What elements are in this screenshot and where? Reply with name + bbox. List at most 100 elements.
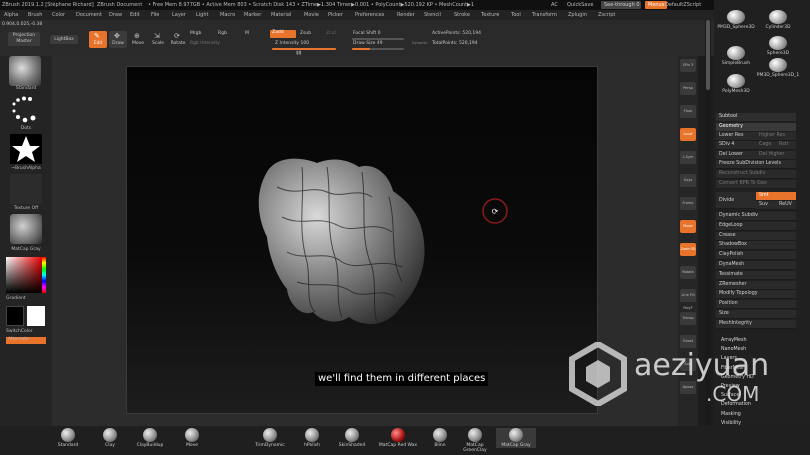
menu-texture[interactable]: Texture <box>481 10 499 20</box>
menus-button[interactable]: Menus <box>645 1 668 9</box>
menu-brush[interactable]: Brush <box>28 10 42 20</box>
quicksave-button[interactable]: QuickSave <box>567 0 593 10</box>
tool-thumb-4[interactable]: Sphere3D <box>756 36 800 56</box>
rgb-intensity-slider[interactable]: Rgb Intensity <box>190 41 220 47</box>
menu-transform[interactable]: Transform <box>532 10 557 20</box>
menu-material[interactable]: Material <box>271 10 291 20</box>
edit-mode-button[interactable]: ✎ Edit <box>89 31 107 48</box>
focal-shift-slider[interactable]: Focal Shift 0 <box>353 31 381 37</box>
stroke-dots-icon[interactable] <box>10 96 40 124</box>
shelf-item-matcap-greenclay[interactable]: MatCap GreenClay <box>455 428 495 453</box>
zsub-button[interactable]: Zsub <box>300 31 311 37</box>
icon-strip-local[interactable]: Local <box>680 128 696 141</box>
geometry-edgeloop[interactable]: EdgeLoop <box>716 221 796 231</box>
sdiv-slider[interactable]: SDiv 4 <box>716 141 756 150</box>
divide-button[interactable]: Divide <box>716 192 756 209</box>
geometry-crease[interactable]: Crease <box>716 231 796 241</box>
freeze-subdivision-button[interactable]: Freeze SubDivision Levels <box>716 160 796 169</box>
menu-layer[interactable]: Layer <box>172 10 186 20</box>
draw-size-bar[interactable] <box>352 48 404 50</box>
shelf-item-claybuildup[interactable]: ClayBuildup <box>130 428 170 448</box>
menu-file[interactable]: File <box>151 10 159 20</box>
brush-thumbnail[interactable] <box>9 56 41 86</box>
shelf-item-standard[interactable]: Standard <box>48 428 88 448</box>
color-picker[interactable] <box>6 257 42 293</box>
icon-strip-persp[interactable]: Persp <box>680 82 696 95</box>
menu-stroke[interactable]: Stroke <box>454 10 470 20</box>
geometry-menu[interactable]: Geometry <box>716 123 796 131</box>
alpha-star-icon[interactable] <box>10 134 42 164</box>
lower-res-button[interactable]: Lower Res <box>716 132 756 141</box>
shelf-item-matcap-gray[interactable]: MatCap Gray <box>496 428 536 448</box>
lightbox-button[interactable]: LightBox <box>50 35 78 44</box>
alternate-button[interactable]: Alternate <box>6 337 46 344</box>
geometry-size[interactable]: Size <box>716 310 796 319</box>
shelf-item-hpolish[interactable]: hPolish <box>292 428 332 448</box>
menu-preferences[interactable]: Preferences <box>355 10 384 20</box>
rstr-button[interactable]: Rstr <box>776 141 796 150</box>
suv-toggle[interactable]: Suv <box>756 201 776 210</box>
menu-stencil[interactable]: Stencil <box>424 10 441 20</box>
switch-color-button[interactable]: SwitchColor <box>6 329 33 334</box>
move-mode-button[interactable]: ⊕ Move <box>130 31 146 48</box>
rgb-button[interactable]: Rgb <box>218 31 227 37</box>
dynamic-toggle[interactable]: Dynamic <box>412 40 427 46</box>
shelf-item-skinshade4[interactable]: SkinShade4 <box>332 428 372 448</box>
higher-res-button[interactable]: Higher Res <box>756 132 796 141</box>
menu-zplugin[interactable]: Zplugin <box>568 10 587 20</box>
rotate-mode-button[interactable]: ⟳ Rotate <box>170 31 186 48</box>
shelf-item-clay[interactable]: Clay <box>90 428 130 448</box>
tool-thumb-1[interactable]: PM3D_Sphere3D <box>714 10 758 30</box>
convert-bpr-button[interactable]: Convert BPR To Geo <box>716 180 796 189</box>
menu-draw[interactable]: Draw <box>109 10 122 20</box>
subtool-menu[interactable]: Subtool <box>716 113 796 121</box>
icon-strip-transp[interactable]: Transp <box>680 312 696 325</box>
menu-color[interactable]: Color <box>52 10 65 20</box>
icon-strip-line-fill-polyf[interactable]: Line Fill PolyF <box>680 289 696 310</box>
tray-scrollbar-thumb[interactable] <box>706 20 710 90</box>
shelf-item-move[interactable]: Move <box>172 428 212 448</box>
menu-marker[interactable]: Marker <box>244 10 261 20</box>
menu-movie[interactable]: Movie <box>304 10 319 20</box>
document-canvas[interactable]: ⟳ <box>126 66 598 414</box>
geometry-position[interactable]: Position <box>716 300 796 310</box>
tool-thumb-6[interactable]: PM3D_Sphere3D_1 <box>756 58 800 78</box>
focal-shift-bar[interactable] <box>352 38 404 40</box>
tool-thumb-5[interactable]: PolyMesh3D <box>714 74 758 94</box>
material-thumbnail[interactable] <box>10 214 42 244</box>
shelf-item-matcap-red-wax[interactable]: MatCap Red Wax <box>378 428 418 448</box>
tool-thumb-2[interactable]: Cylinder3D <box>756 10 800 30</box>
geometry-tessimate[interactable]: Tessimate <box>716 270 796 280</box>
menu-alpha[interactable]: Alpha <box>4 10 18 20</box>
menu-tool[interactable]: Tool <box>511 10 521 20</box>
menu-zscript[interactable]: Zscript <box>598 10 615 20</box>
icon-strip-frame[interactable]: Frame <box>680 197 696 210</box>
zcut-button[interactable]: Zcut <box>326 31 336 37</box>
icon-strip-spix-3[interactable]: SPix 3 <box>680 59 696 72</box>
icon-strip-floor[interactable]: Floor <box>680 105 696 118</box>
default-zscript-button[interactable]: DefaultZScript <box>665 0 701 10</box>
geometry-shadowbox[interactable]: ShadowBox <box>716 241 796 251</box>
menu-render[interactable]: Render <box>397 10 415 20</box>
reconstruct-subdiv-button[interactable]: Reconstruct Subdiv <box>716 170 796 179</box>
texture-slot[interactable] <box>10 174 42 204</box>
hue-bar[interactable] <box>42 257 46 293</box>
ac-button[interactable]: AC <box>551 0 558 10</box>
geometry-dynamesh[interactable]: DynaMesh <box>716 261 796 270</box>
secondary-color-swatch[interactable] <box>27 306 45 326</box>
icon-strip-gxyz[interactable]: Gxyz <box>680 174 696 187</box>
primary-color-swatch[interactable] <box>6 306 24 326</box>
projection-master-button[interactable]: Projection Master <box>8 32 40 46</box>
m-button[interactable]: M <box>245 31 249 37</box>
geometry-meshintegrity[interactable]: MeshIntegrity <box>716 319 796 329</box>
icon-strip-l-sym[interactable]: L.Sym <box>680 151 696 164</box>
menu-edit[interactable]: Edit <box>130 10 140 20</box>
geometry-zremesher[interactable]: ZRemesher <box>716 280 796 290</box>
geometry-dynamic-subdiv[interactable]: Dynamic Subdiv <box>716 212 796 221</box>
shelf-item-blinn[interactable]: Blinn <box>420 428 460 448</box>
draw-size-slider[interactable]: Draw Size 49 <box>353 41 383 47</box>
cage-button[interactable]: Cage <box>756 141 776 150</box>
see-through-slider[interactable]: See-through 0 <box>601 1 641 9</box>
z-intensity-bar[interactable] <box>272 48 336 50</box>
del-higher-button[interactable]: Del Higher <box>756 151 796 160</box>
